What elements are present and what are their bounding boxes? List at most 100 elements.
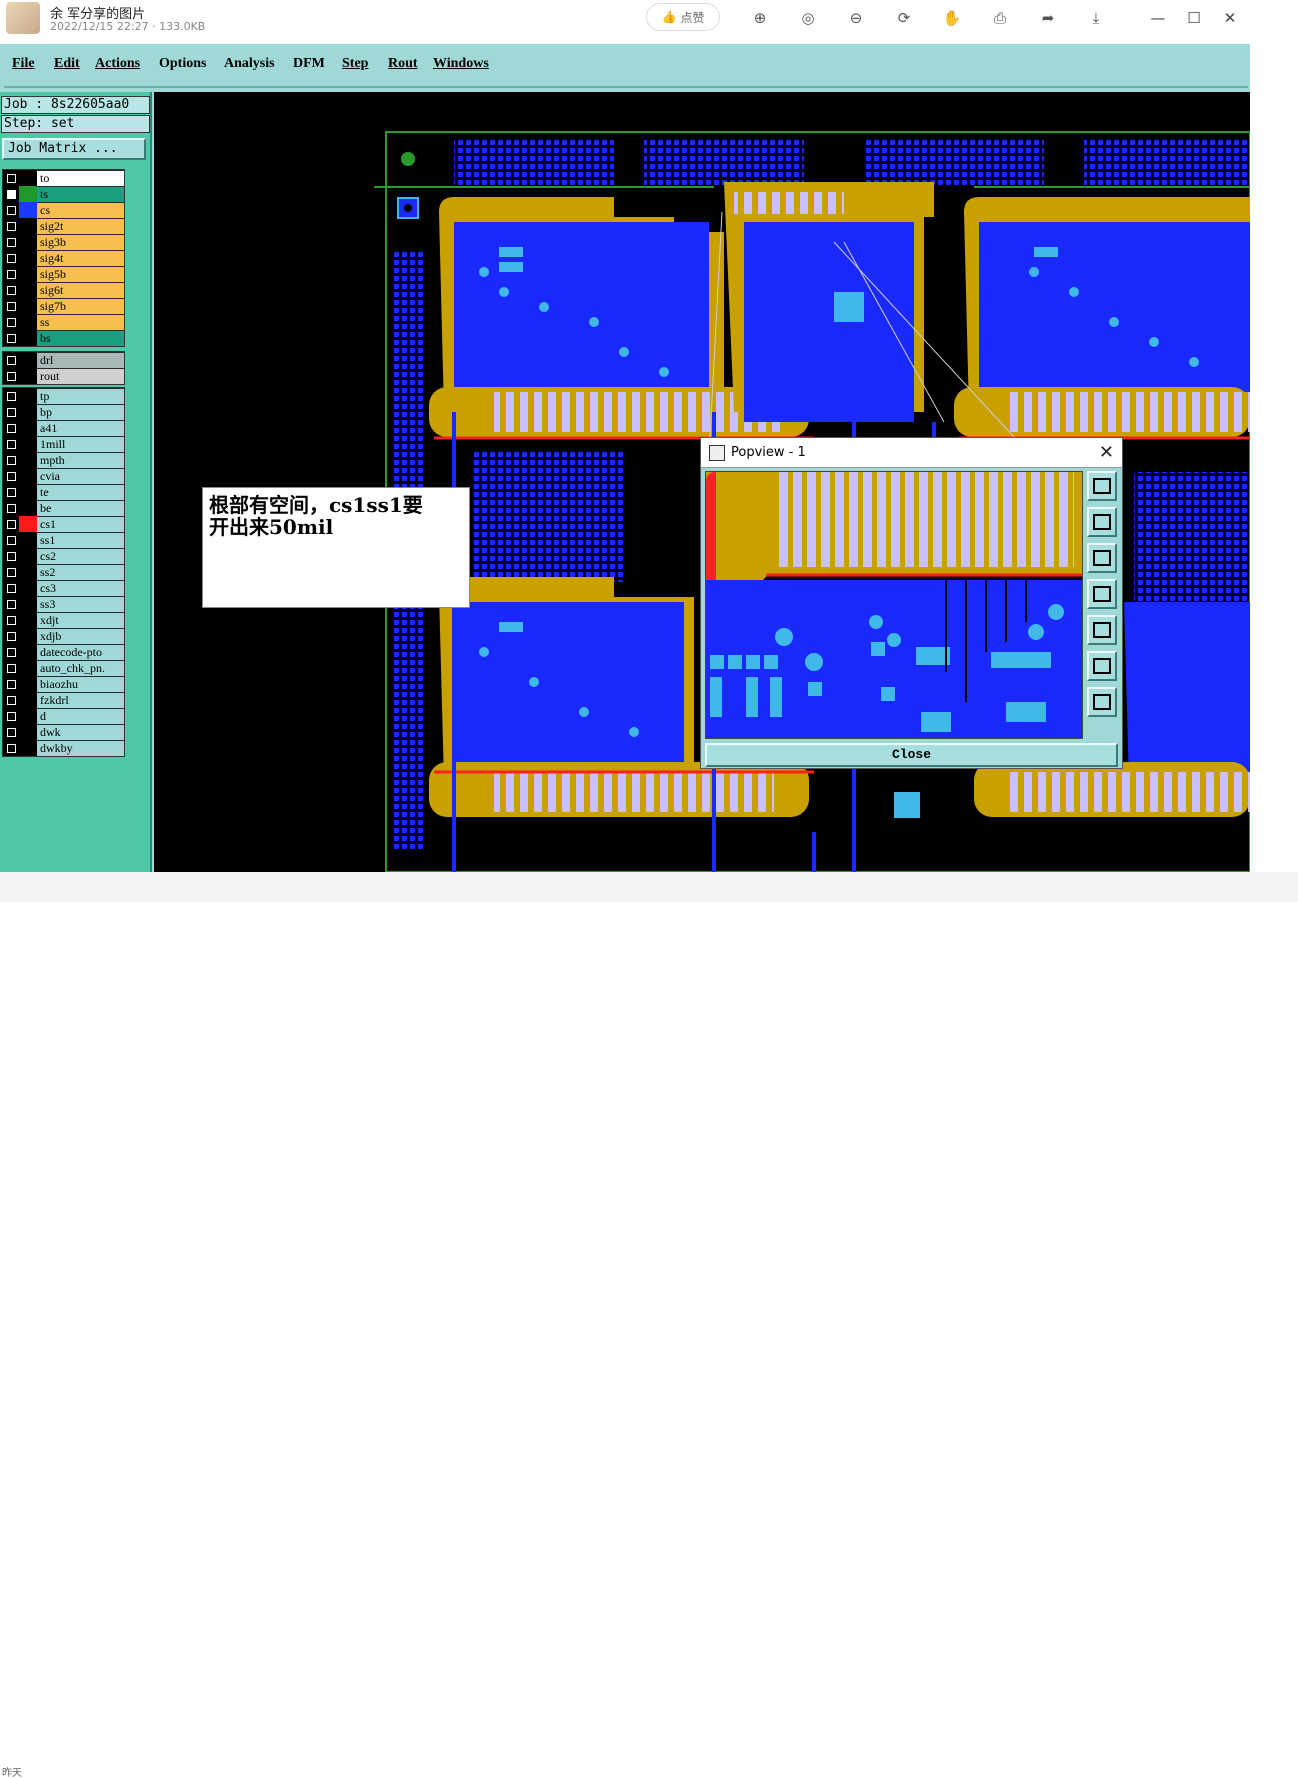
layer-row[interactable]: mpth — [3, 452, 124, 468]
layer-checkbox[interactable] — [3, 186, 19, 202]
layer-color-swatch[interactable] — [19, 298, 37, 314]
zoom-out-icon[interactable]: ⊖ — [846, 8, 866, 28]
layer-color-swatch[interactable] — [19, 250, 37, 266]
layer-row[interactable]: te — [3, 484, 124, 500]
layer-name[interactable]: xdjb — [37, 629, 124, 644]
layer-name[interactable]: mpth — [37, 453, 124, 468]
layer-color-swatch[interactable] — [19, 692, 37, 708]
layer-row[interactable]: drl — [3, 352, 124, 368]
layer-checkbox[interactable] — [3, 564, 19, 580]
layer-name[interactable]: sig6t — [37, 283, 124, 298]
pan-up-icon[interactable] — [1087, 507, 1117, 537]
layer-row[interactable]: cs3 — [3, 580, 124, 596]
layer-name[interactable]: cs1 — [37, 517, 124, 532]
like-button[interactable]: 👍 点赞 — [646, 3, 720, 31]
layer-color-swatch[interactable] — [19, 282, 37, 298]
layer-checkbox[interactable] — [3, 436, 19, 452]
layer-checkbox[interactable] — [3, 628, 19, 644]
layer-checkbox[interactable] — [3, 420, 19, 436]
layer-row[interactable]: bs — [3, 330, 124, 346]
layer-row[interactable]: cs2 — [3, 548, 124, 564]
menu-dfm[interactable]: DFM — [293, 56, 325, 72]
layer-color-swatch[interactable] — [19, 352, 37, 368]
layer-name[interactable]: be — [37, 501, 124, 516]
layer-row[interactable]: datecode-pto — [3, 644, 124, 660]
layer-color-swatch[interactable] — [19, 436, 37, 452]
layer-color-swatch[interactable] — [19, 388, 37, 404]
layer-name[interactable]: biaozhu — [37, 677, 124, 692]
menu-analysis[interactable]: Analysis — [224, 56, 275, 72]
layer-checkbox[interactable] — [3, 500, 19, 516]
layer-row[interactable]: 1mill — [3, 436, 124, 452]
layer-row[interactable]: dwk — [3, 724, 124, 740]
layer-color-swatch[interactable] — [19, 202, 37, 218]
layer-checkbox[interactable] — [3, 330, 19, 346]
layer-name[interactable]: bp — [37, 405, 124, 420]
layer-row[interactable]: cs1 — [3, 516, 124, 532]
menu-windows[interactable]: Windows — [433, 56, 489, 72]
layer-name[interactable]: ss3 — [37, 597, 124, 612]
layer-row[interactable]: sig6t — [3, 282, 124, 298]
zoom-out-box-icon[interactable] — [1087, 687, 1117, 717]
layer-row[interactable]: to — [3, 170, 124, 186]
layer-row[interactable]: cs — [3, 202, 124, 218]
layer-name[interactable]: sig4t — [37, 251, 124, 266]
zoom-fit-icon[interactable] — [1087, 471, 1117, 501]
layer-color-swatch[interactable] — [19, 708, 37, 724]
layer-color-swatch[interactable] — [19, 724, 37, 740]
layer-checkbox[interactable] — [3, 644, 19, 660]
rotate-icon[interactable]: ⟳ — [894, 8, 914, 28]
minimize-icon[interactable]: — — [1148, 8, 1168, 28]
layer-row[interactable]: ts — [3, 186, 124, 202]
layer-color-swatch[interactable] — [19, 452, 37, 468]
layer-color-swatch[interactable] — [19, 484, 37, 500]
actual-size-icon[interactable]: ◎ — [798, 8, 818, 28]
layer-checkbox[interactable] — [3, 170, 19, 186]
layer-checkbox[interactable] — [3, 532, 19, 548]
layer-checkbox[interactable] — [3, 484, 19, 500]
layer-checkbox[interactable] — [3, 708, 19, 724]
layer-row[interactable]: ss1 — [3, 532, 124, 548]
layer-name[interactable]: sig2t — [37, 219, 124, 234]
layer-name[interactable]: drl — [37, 353, 124, 368]
layer-color-swatch[interactable] — [19, 676, 37, 692]
layer-checkbox[interactable] — [3, 692, 19, 708]
layer-name[interactable]: dwkby — [37, 741, 124, 756]
layer-row[interactable]: biaozhu — [3, 676, 124, 692]
layer-color-swatch[interactable] — [19, 186, 37, 202]
layer-name[interactable]: bs — [37, 331, 124, 346]
layer-name[interactable]: ss — [37, 315, 124, 330]
layer-name[interactable]: ts — [37, 187, 124, 202]
layer-name[interactable]: datecode-pto — [37, 645, 124, 660]
layer-checkbox[interactable] — [3, 596, 19, 612]
layer-row[interactable]: tp — [3, 388, 124, 404]
layer-checkbox[interactable] — [3, 202, 19, 218]
layer-color-swatch[interactable] — [19, 596, 37, 612]
layer-row[interactable]: auto_chk_pn. — [3, 660, 124, 676]
layer-color-swatch[interactable] — [19, 314, 37, 330]
menu-file[interactable]: File — [12, 56, 35, 72]
layer-name[interactable]: cs2 — [37, 549, 124, 564]
layer-checkbox[interactable] — [3, 250, 19, 266]
layer-name[interactable]: sig3b — [37, 235, 124, 250]
layer-row[interactable]: sig3b — [3, 234, 124, 250]
layer-checkbox[interactable] — [3, 218, 19, 234]
menu-step[interactable]: Step — [342, 56, 368, 72]
layer-row[interactable]: cvia — [3, 468, 124, 484]
layer-row[interactable]: sig4t — [3, 250, 124, 266]
layer-checkbox[interactable] — [3, 516, 19, 532]
layer-checkbox[interactable] — [3, 298, 19, 314]
layer-color-swatch[interactable] — [19, 516, 37, 532]
print-icon[interactable]: ⎙ — [990, 8, 1010, 28]
zoom-in-box-icon[interactable] — [1087, 651, 1117, 681]
layer-checkbox[interactable] — [3, 404, 19, 420]
layer-color-swatch[interactable] — [19, 420, 37, 436]
layer-color-swatch[interactable] — [19, 564, 37, 580]
layer-name[interactable]: 1mill — [37, 437, 124, 452]
layer-color-swatch[interactable] — [19, 740, 37, 756]
popview-canvas[interactable] — [705, 471, 1083, 739]
popview-close-button[interactable]: Close — [705, 743, 1118, 767]
pan-down-icon[interactable] — [1087, 543, 1117, 573]
layer-color-swatch[interactable] — [19, 548, 37, 564]
layer-row[interactable]: a41 — [3, 420, 124, 436]
